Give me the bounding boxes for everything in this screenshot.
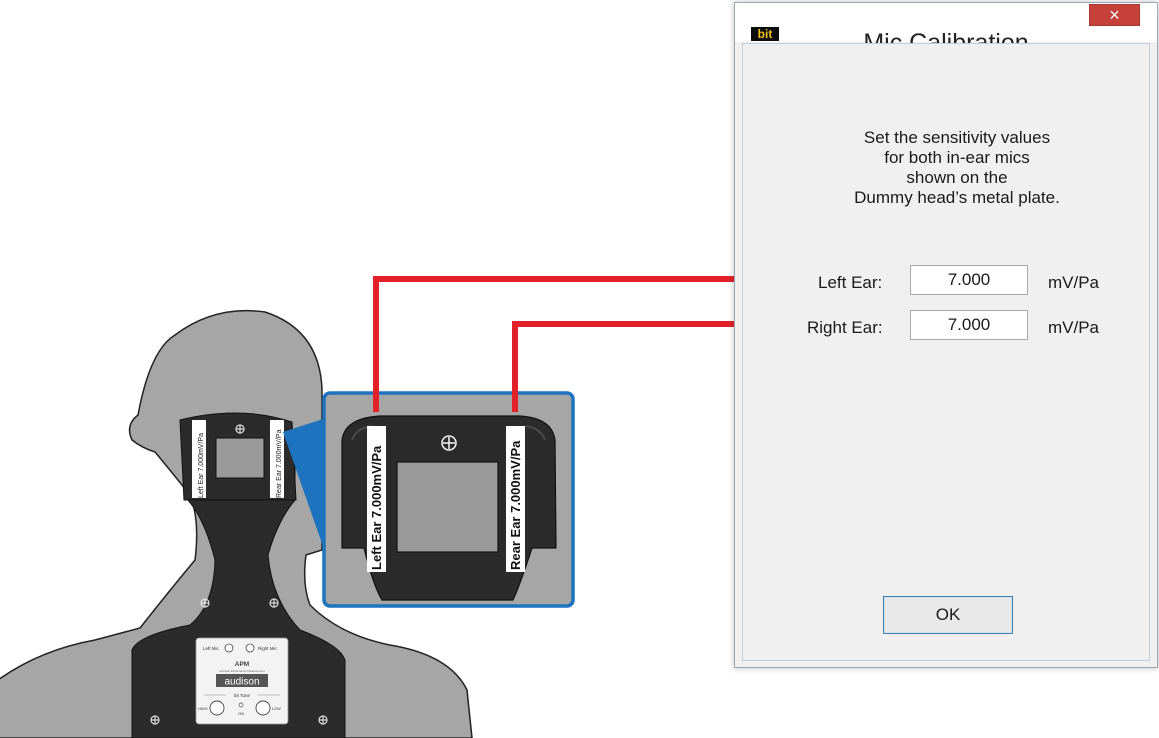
enlarged-right-text: Rear Ear 7.000mV/Pa bbox=[508, 440, 523, 570]
close-button[interactable]: × bbox=[1089, 4, 1140, 26]
instruction-line: shown on the bbox=[906, 168, 1008, 187]
enlarged-left-text: Left Ear 7.000mV/Pa bbox=[369, 445, 384, 570]
left-mic-label: Left Mic bbox=[203, 646, 220, 651]
dialog-client-area: Set the sensitivity values for both in-e… bbox=[742, 43, 1150, 661]
title-bar: bit Mic Calibration × bbox=[735, 3, 1157, 57]
right-ear-label: Right Ear: bbox=[807, 318, 883, 337]
right-ear-unit: mV/Pa bbox=[1048, 318, 1100, 337]
instruction-line: Set the sensitivity values bbox=[863, 128, 1051, 147]
model-label: APM bbox=[235, 661, 249, 668]
right-mic-jack bbox=[245, 643, 255, 653]
low-label: LOW bbox=[272, 707, 281, 711]
brand-label: audison bbox=[224, 677, 259, 688]
right-mic-label: Right Mic bbox=[258, 646, 278, 651]
on-label: ON bbox=[238, 712, 244, 716]
screw-icon bbox=[441, 435, 457, 451]
small-plate-left-text: Left Ear 7.000mV/Pa bbox=[198, 433, 205, 498]
enlarged-window bbox=[396, 461, 499, 553]
small-plate-window bbox=[215, 437, 265, 479]
right-ear-sensitivity-input[interactable] bbox=[910, 310, 1028, 340]
power-led bbox=[238, 702, 244, 708]
mic-calibration-dialog: bit Mic Calibration × Set the sensitivit… bbox=[734, 2, 1158, 668]
instructions-text: Set the sensitivity values for both in-e… bbox=[743, 128, 1149, 208]
model-sub-label: Acoustic Performance Measurement bbox=[219, 669, 264, 673]
left-ear-sensitivity-input[interactable] bbox=[910, 265, 1028, 295]
small-plate-right-text: Rear Ear 7.000mV/Pa bbox=[276, 429, 283, 498]
instruction-line: Dummy head’s metal plate. bbox=[854, 188, 1060, 207]
left-ear-arrow bbox=[373, 264, 790, 412]
screw-icon bbox=[235, 424, 245, 434]
left-ear-label: Left Ear: bbox=[818, 273, 883, 292]
ok-button[interactable]: OK bbox=[883, 596, 1013, 634]
left-ear-unit: mV/Pa bbox=[1048, 273, 1100, 292]
low-knob bbox=[255, 700, 271, 716]
high-label: HIGH bbox=[198, 707, 208, 711]
bit-tune-label: bit Tune bbox=[234, 693, 251, 698]
left-mic-jack bbox=[224, 643, 234, 653]
high-knob bbox=[209, 700, 225, 716]
instruction-line: for both in-ear mics bbox=[884, 148, 1030, 167]
